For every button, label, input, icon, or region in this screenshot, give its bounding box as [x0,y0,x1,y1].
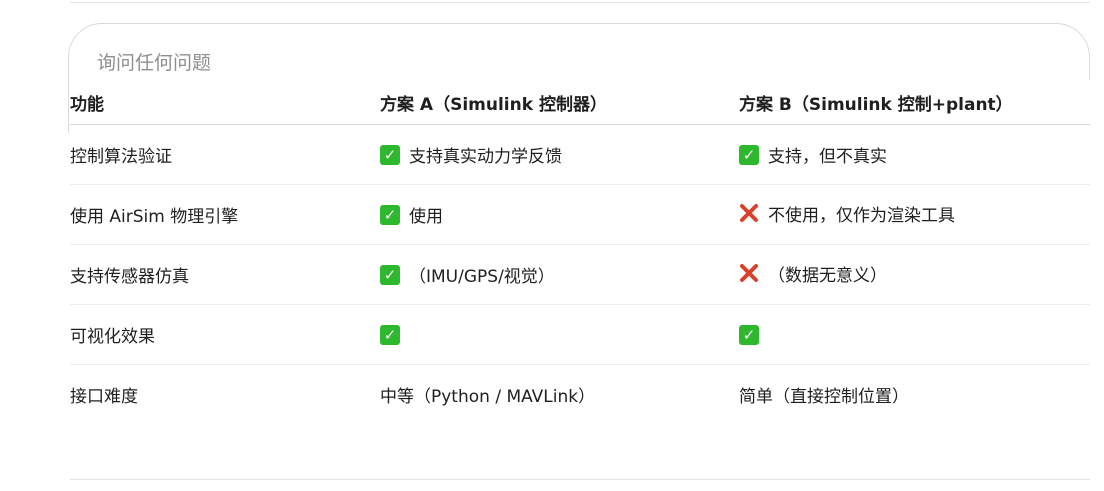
cell-text: 中等（Python / MAVLink） [380,387,596,407]
cell-text: 使用 [409,207,443,227]
plan-a-cell: 中等（Python / MAVLink） [380,365,739,425]
table-row: 控制算法验证 ✓ 支持真实动力学反馈 ✓ 支持，但不真实 [70,124,1090,185]
cell-text: 简单（直接控制位置） [739,387,909,407]
table-row: 支持传感器仿真 ✓ （IMU/GPS/视觉） （数据无意义） [70,244,1090,305]
cell-content: 简单（直接控制位置） [739,382,909,407]
check-icon: ✓ [380,204,400,225]
plan-b-cell: ✓ 支持，但不真实 [739,124,1090,185]
cell-content: ✓ 使用 [380,202,443,227]
check-icon: ✓ [380,324,400,345]
check-icon: ✓ [739,324,759,345]
header-plan-b: 方案 B（Simulink 控制+plant） [739,80,1090,125]
check-icon: ✓ [380,144,400,165]
cell-text: （数据无意义） [768,265,887,286]
header-feature: 功能 [70,80,380,125]
cell-content: 中等（Python / MAVLink） [380,382,595,407]
table-header-row: 功能 方案 A（Simulink 控制器） 方案 B（Simulink 控制+p… [70,80,1090,125]
feature-cell: 可视化效果 [70,304,380,365]
cross-icon [740,204,758,223]
cell-content: ✓ [380,324,409,345]
chat-page: 功能 方案 A（Simulink 控制器） 方案 B（Simulink 控制+p… [0,0,1104,491]
table-row: 接口难度 中等（Python / MAVLink） 简单（直接控制位置） [70,365,1090,425]
plan-b-cell: 不使用，仅作为渲染工具 [739,184,1090,245]
cell-content: ✓ （IMU/GPS/视觉） [380,262,555,287]
top-divider [70,2,1090,3]
chat-input[interactable] [97,50,997,76]
plan-b-cell: ✓ [739,304,1090,365]
feature-cell: 接口难度 [70,387,138,407]
cell-text: （IMU/GPS/视觉） [409,267,555,287]
plan-a-cell: ✓ （IMU/GPS/视觉） [380,244,739,305]
table-row: 使用 AirSim 物理引擎 ✓ 使用 不使用，仅作为渲染工具 [70,184,1090,245]
cell-text: 支持真实动力学反馈 [409,147,562,167]
cell-text: 支持，但不真实 [768,147,887,167]
plan-a-cell: ✓ 使用 [380,184,739,245]
check-icon: ✓ [380,264,400,285]
plan-b-cell: （数据无意义） [739,244,1090,305]
feature-cell: 使用 AirSim 物理引擎 [70,184,380,245]
comparison-table: 功能 方案 A（Simulink 控制器） 方案 B（Simulink 控制+p… [70,80,1090,424]
cell-content: （数据无意义） [739,261,887,286]
header-plan-a: 方案 A（Simulink 控制器） [380,80,739,125]
cell-text: 不使用，仅作为渲染工具 [768,205,955,226]
cell-content: 不使用，仅作为渲染工具 [739,201,955,226]
plan-a-cell: ✓ 支持真实动力学反馈 [380,124,739,185]
feature-cell: 支持传感器仿真 [70,244,380,305]
cell-content: ✓ 支持，但不真实 [739,142,887,167]
bottom-divider [70,479,1090,480]
plan-b-cell: 简单（直接控制位置） [739,365,1090,425]
feature-cell: 控制算法验证 [70,124,380,185]
cell-content: ✓ [739,324,768,345]
table-row: 可视化效果 ✓ ✓ [70,304,1090,365]
plan-a-cell: ✓ [380,304,739,365]
cross-icon [740,264,758,283]
cell-content: ✓ 支持真实动力学反馈 [380,142,562,167]
check-icon: ✓ [739,144,759,165]
